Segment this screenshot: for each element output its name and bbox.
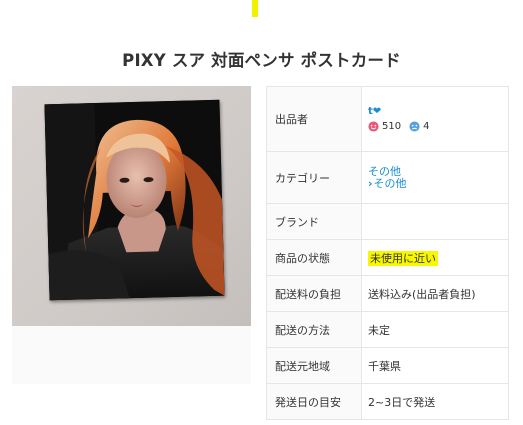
category-secondary-label: その他 [373, 176, 407, 190]
good-rating-count: 510 [382, 121, 402, 132]
detail-row-shipping-method: 配送の方法 未定 [266, 311, 509, 348]
detail-row-condition: 商品の状態 未使用に近い [266, 239, 509, 276]
shipping-method-label: 配送の方法 [266, 311, 362, 348]
good-rating-icon [368, 121, 379, 132]
category-cell: その他 ›その他 [361, 151, 509, 204]
ship-days-label: 発送日の目安 [266, 383, 362, 420]
postcard-image [44, 99, 225, 301]
condition-label: 商品の状態 [266, 239, 362, 276]
bad-rating-icon [409, 121, 420, 132]
detail-row-ship-days: 発送日の目安 2~3日で発送 [266, 383, 509, 420]
product-photo[interactable] [12, 86, 251, 384]
seller-name-link[interactable]: t❤ [368, 106, 508, 117]
shipping-fee-label: 配送料の負担 [266, 275, 362, 312]
brand-value [361, 203, 509, 240]
seller-label: 出品者 [266, 86, 362, 152]
detail-row-brand: ブランド [266, 203, 509, 240]
category-label: カテゴリー [266, 151, 362, 204]
detail-row-category: カテゴリー その他 ›その他 [266, 151, 509, 204]
ship-days-value: 2~3日で発送 [361, 383, 509, 420]
bad-rating-count: 4 [423, 121, 430, 132]
category-secondary-link[interactable]: ›その他 [368, 176, 508, 190]
detail-row-ship-from: 配送元地域 千葉県 [266, 347, 509, 384]
seller-ratings: 510 4 [368, 121, 508, 132]
detail-row-seller: 出品者 t❤ 510 4 [266, 86, 509, 152]
chevron-right-icon: › [368, 176, 373, 190]
condition-cell: 未使用に近い [361, 239, 509, 276]
shipping-fee-value: 送料込み(出品者負担) [361, 275, 509, 312]
ship-from-label: 配送元地域 [266, 347, 362, 384]
item-details-table: 出品者 t❤ 510 4 カテゴリー その他 ›その他 ブランド 商品の状態 未… [266, 86, 509, 420]
seller-cell: t❤ 510 4 [361, 86, 509, 152]
shipping-method-value: 未定 [361, 311, 509, 348]
page-title: PIXY スア 対面ペンサ ポストカード [122, 51, 401, 70]
brand-label: ブランド [266, 203, 362, 240]
condition-value: 未使用に近い [368, 250, 438, 266]
accent-bar [252, 0, 258, 17]
ship-from-value: 千葉県 [361, 347, 509, 384]
detail-row-shipping-fee: 配送料の負担 送料込み(出品者負担) [266, 275, 509, 312]
